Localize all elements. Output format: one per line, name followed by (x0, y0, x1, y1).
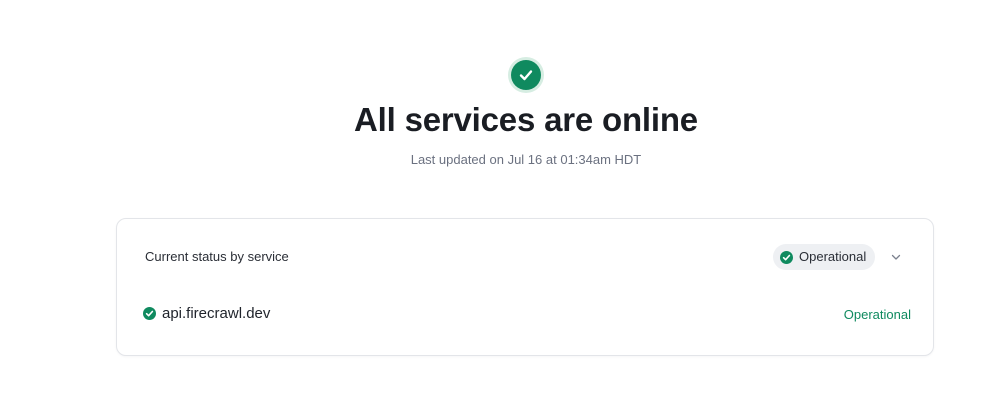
check-circle-icon (143, 307, 156, 320)
last-updated-text: Last updated on Jul 16 at 01:34am HDT (410, 152, 642, 167)
chevron-down-icon[interactable] (889, 250, 903, 264)
status-card: Current status by service Operational ap… (116, 218, 934, 356)
service-row: api.firecrawl.dev Operational (143, 303, 911, 325)
page-title: All services are online (354, 101, 698, 138)
status-check-icon (508, 57, 544, 93)
overall-status-badge[interactable]: Operational (773, 244, 876, 270)
card-header-label: Current status by service (145, 249, 289, 264)
check-circle-icon (780, 250, 793, 264)
service-name: api.firecrawl.dev (162, 305, 271, 322)
overall-status-label: Operational (799, 249, 867, 264)
service-status: Operational (843, 307, 911, 322)
